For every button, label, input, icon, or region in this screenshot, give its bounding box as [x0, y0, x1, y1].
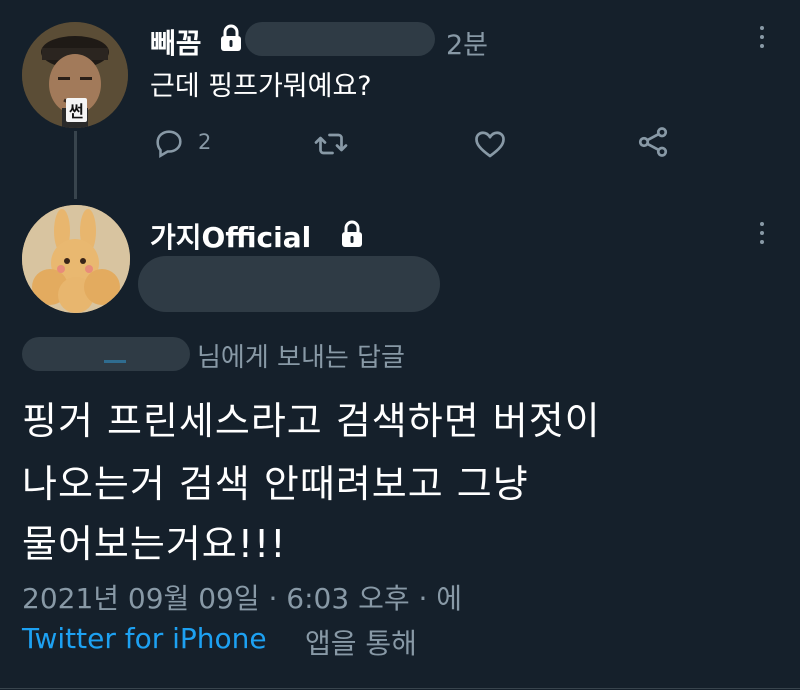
tweet-time[interactable]: 2분 [446, 23, 488, 62]
lock-icon [341, 220, 363, 252]
tweet-body-line: 물어보는거요!!! [22, 522, 287, 566]
reply-count: 2 [198, 130, 212, 154]
share-icon[interactable] [635, 124, 671, 166]
tweet-body-line: 나오는거 검색 안때려보고 그냥 [22, 462, 529, 506]
redacted-handle [245, 22, 435, 56]
source-app-link[interactable]: Twitter for iPhone [22, 622, 267, 655]
avatar-image [22, 205, 130, 313]
tweet-timestamp[interactable]: 2021년 09월 09일 · 6:03 오후 · 에 [22, 577, 462, 617]
divider [0, 688, 800, 689]
display-name[interactable]: 빼꼼 [150, 22, 202, 62]
replying-to-label: 님에게 보내는 답글 [197, 343, 405, 373]
avatar[interactable] [22, 205, 130, 313]
thread-connector-line [74, 131, 77, 199]
redacted-handle [138, 256, 440, 312]
redacted-reply-target[interactable] [22, 337, 190, 371]
reply-icon[interactable] [152, 126, 186, 166]
reply-target-underline [104, 360, 126, 363]
display-name[interactable]: 가지Official [150, 216, 311, 256]
avatar[interactable]: 썬 [22, 22, 128, 128]
more-vertical-icon[interactable] [757, 222, 767, 252]
tweet-text: 근데 핑프가뭐예요? [150, 71, 372, 102]
lock-icon [220, 24, 242, 56]
retweet-icon[interactable] [313, 126, 349, 168]
avatar-badge: 썬 [66, 98, 87, 122]
more-vertical-icon[interactable] [757, 26, 767, 56]
tweet-body-line: 핑거 프린세스라고 검색하면 버젓이 [22, 399, 601, 443]
source-suffix: 앱을 통해 [305, 627, 417, 660]
heart-icon[interactable] [472, 126, 508, 168]
